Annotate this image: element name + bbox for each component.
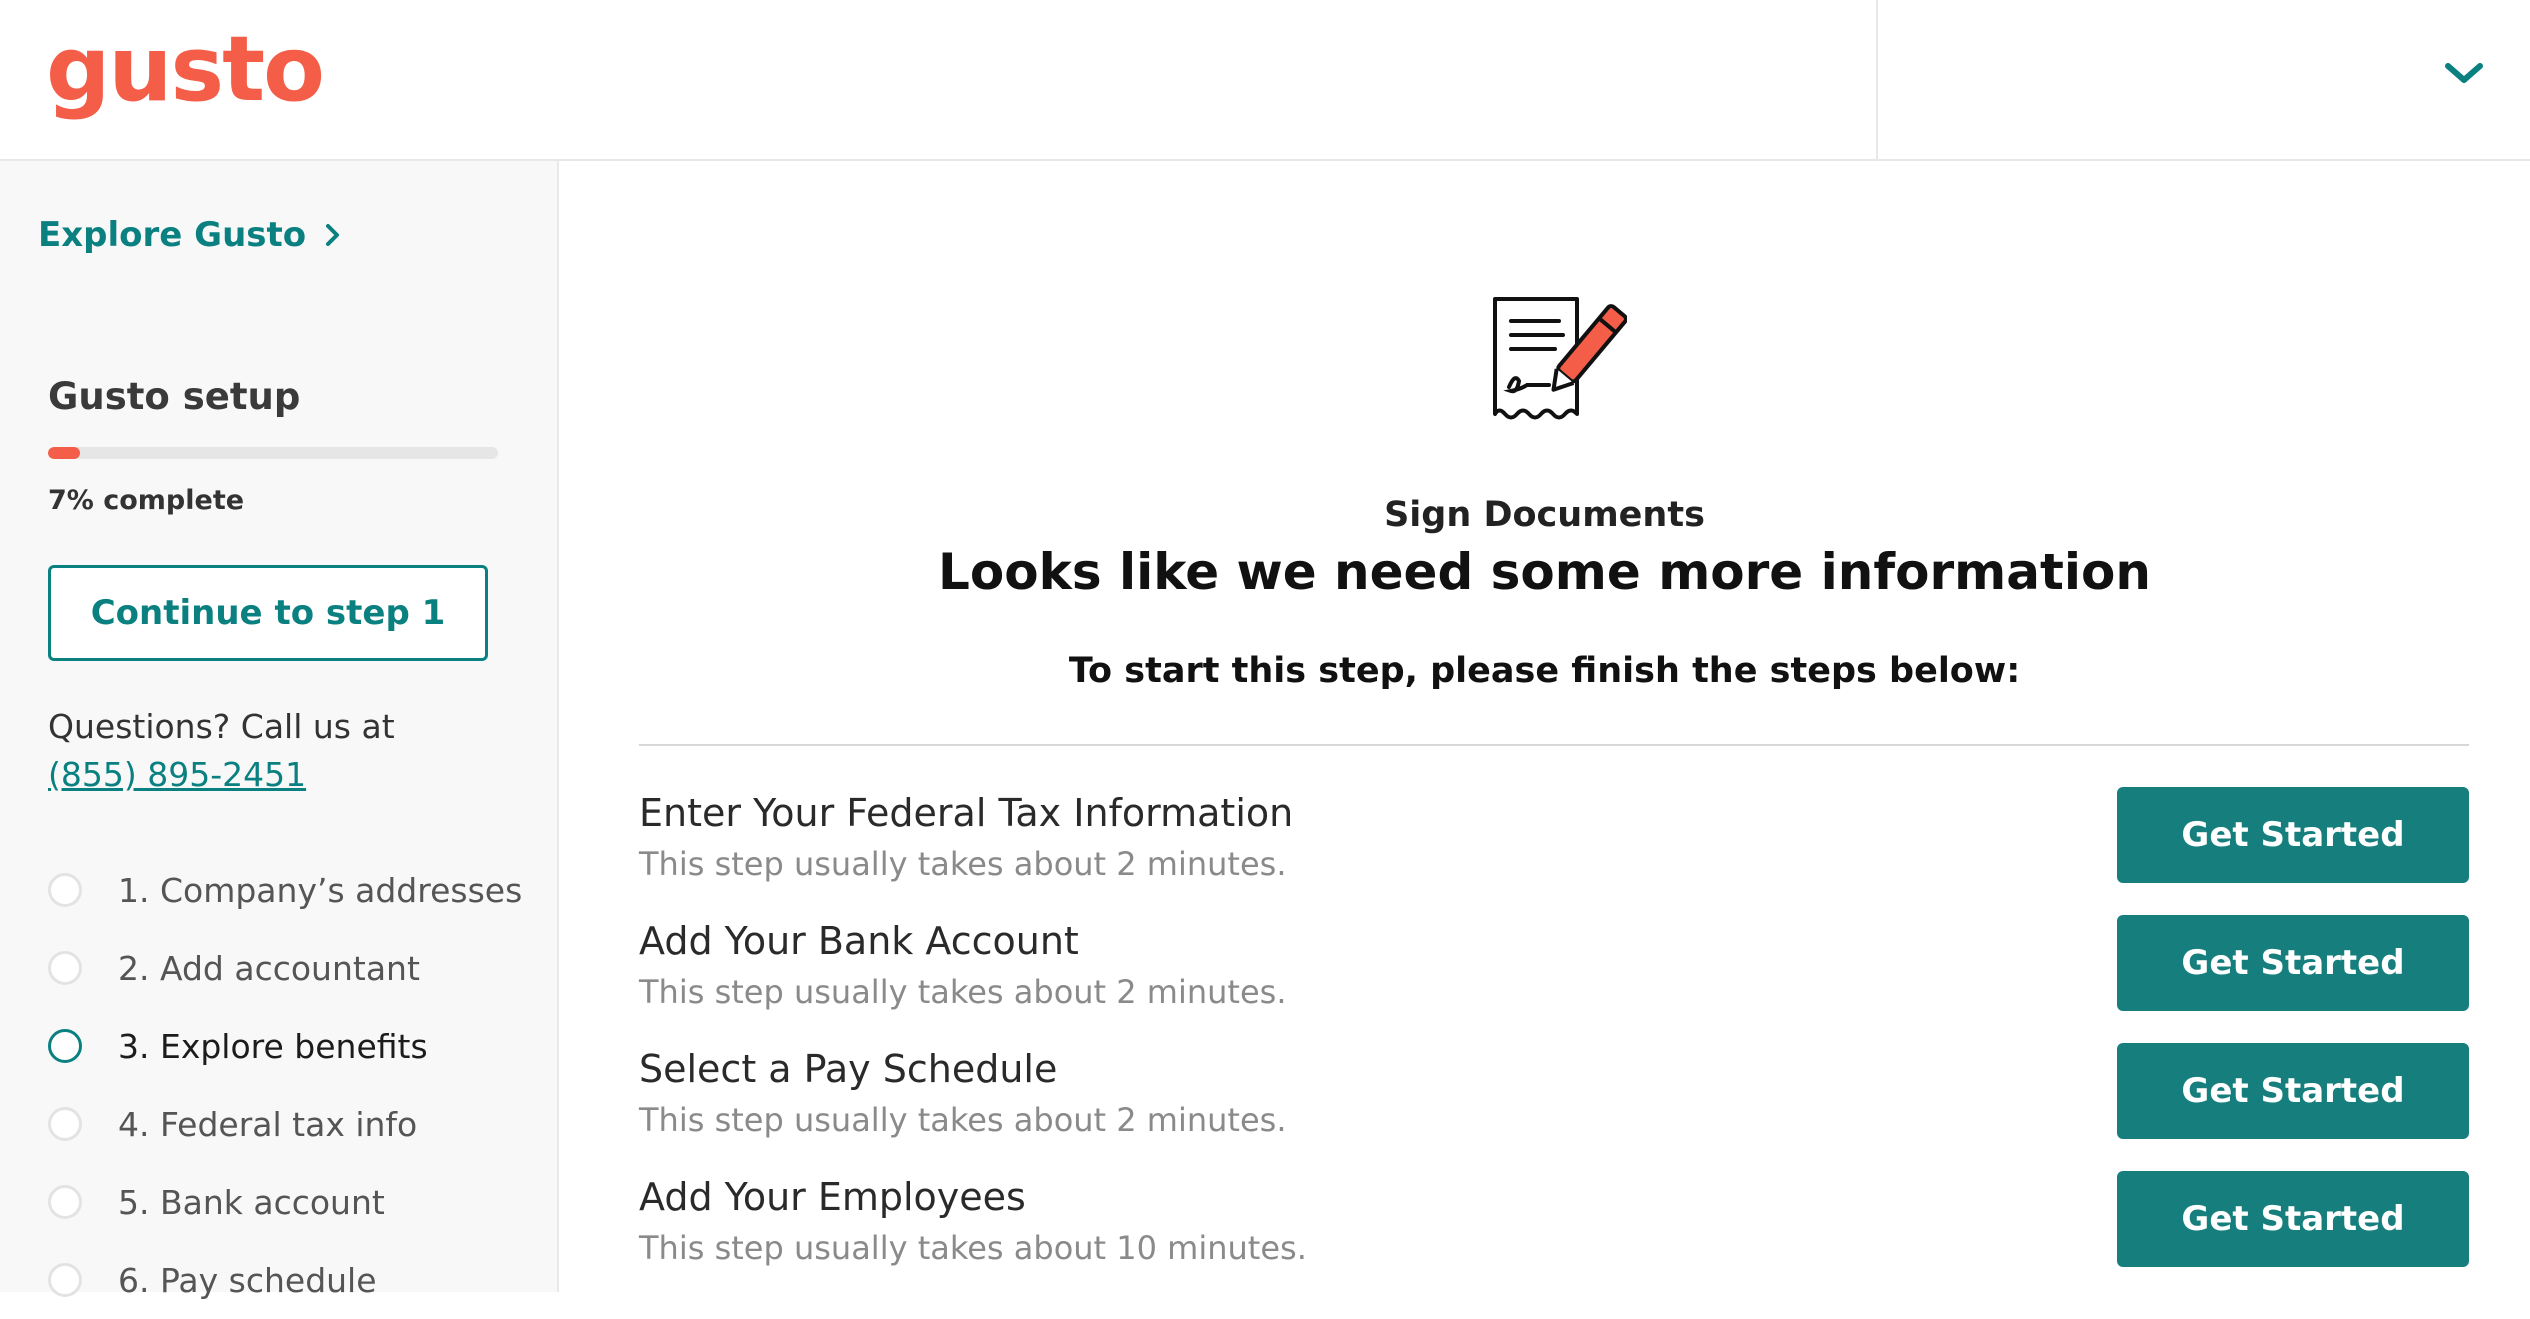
setup-step[interactable]: 4. Federal tax info [48,1085,522,1163]
questions-text: Questions? Call us at [48,707,395,746]
setup-step[interactable]: 3. Explore benefits [48,1007,522,1085]
task-item: Enter Your Federal Tax Information This … [639,781,2469,909]
setup-sidebar: Explore Gusto Gusto setup 7% complete Co… [0,161,559,1300]
step-label: 4. Federal tax info [118,1104,418,1144]
setup-step[interactable]: 5. Bank account [48,1163,522,1241]
top-header: gusto [0,0,2530,161]
step-label: 2. Add accountant [118,948,420,988]
page-eyebrow: Sign Documents [1384,495,1705,535]
setup-steps-list: 1. Company’s addresses 2. Add accountant… [48,851,522,1319]
continue-step-button[interactable]: Continue to step 1 [48,565,488,661]
step-label: 3. Explore benefits [118,1026,428,1066]
progress-label: 7% complete [48,485,245,516]
section-divider [639,744,2469,746]
step-label: 1. Company’s addresses [118,870,523,910]
task-description: This step usually takes about 2 minutes. [639,973,1287,1011]
step-status-icon [48,873,82,907]
phone-link[interactable]: (855) 895-2451 [48,751,395,799]
document-sign-icon [1493,297,1627,420]
chevron-right-icon [326,224,340,246]
task-description: This step usually takes about 2 minutes. [639,845,1287,883]
setup-step[interactable]: 1. Company’s addresses [48,851,522,929]
task-item: Add Your Employees This step usually tak… [639,1165,2469,1293]
get-started-button[interactable]: Get Started [2117,1171,2469,1267]
get-started-button[interactable]: Get Started [2117,787,2469,883]
prerequisite-task-list: Enter Your Federal Tax Information This … [639,781,2469,1293]
step-status-icon [48,1185,82,1219]
explore-gusto-link[interactable]: Explore Gusto [38,215,342,255]
setup-progress-bar [48,447,498,459]
task-description: This step usually takes about 2 minutes. [639,1101,1287,1139]
task-item: Add Your Bank Account This step usually … [639,909,2469,1037]
task-description: This step usually takes about 10 minutes… [639,1229,1307,1267]
task-item: Select a Pay Schedule This step usually … [639,1037,2469,1165]
task-title: Select a Pay Schedule [639,1047,1058,1091]
support-contact: Questions? Call us at (855) 895-2451 [48,703,395,799]
step-status-icon [48,951,82,985]
page-subtitle: To start this step, please finish the st… [1068,651,2021,691]
step-label: 6. Pay schedule [118,1260,377,1300]
gusto-logo[interactable]: gusto [46,10,325,130]
step-status-icon [48,1107,82,1141]
get-started-button[interactable]: Get Started [2117,1043,2469,1139]
page-title: Looks like we need some more information [938,543,2151,601]
setup-title: Gusto setup [48,375,301,418]
task-title: Enter Your Federal Tax Information [639,791,1294,835]
step-status-icon [48,1029,82,1063]
task-title: Add Your Bank Account [639,919,1079,963]
setup-progress-fill [48,447,80,459]
step-label: 5. Bank account [118,1182,385,1222]
chevron-down-icon[interactable] [2442,58,2486,88]
explore-gusto-label: Explore Gusto [38,215,307,255]
task-title: Add Your Employees [639,1175,1026,1219]
setup-step[interactable]: 6. Pay schedule [48,1241,522,1319]
main-content: Sign Documents Looks like we need some m… [559,161,2530,1292]
setup-step[interactable]: 2. Add accountant [48,929,522,1007]
header-divider [1876,0,1878,159]
get-started-button[interactable]: Get Started [2117,915,2469,1011]
